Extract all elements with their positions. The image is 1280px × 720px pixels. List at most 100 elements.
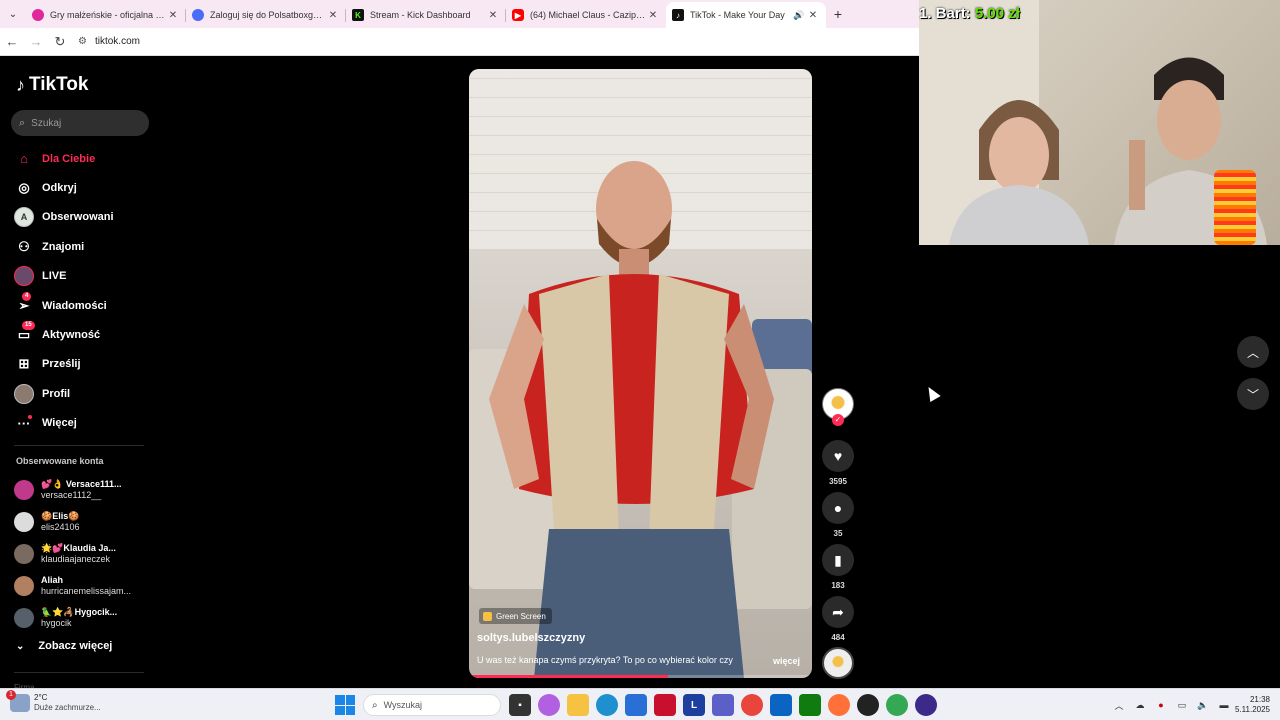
clock-time: 21:38	[1249, 695, 1270, 704]
tiktok-page: ♪ TikTok ⌕ ⌂ Dla Ciebie ◎ Odkryj A Obser…	[0, 56, 1269, 692]
sidebar-item-label: Obserwowani	[42, 211, 114, 224]
like-button[interactable]: ♥ 3595	[822, 440, 854, 486]
close-icon[interactable]: ✕	[326, 10, 340, 21]
video-player[interactable]: Green Screen soltys.lubelszczyzny U was …	[469, 69, 812, 678]
tiktok-icon: ♪	[672, 9, 684, 21]
browser-tab[interactable]: ▶ (64) Michael Claus - Cazip - YouTube ✕	[506, 2, 666, 28]
video-progress-bar[interactable]	[469, 675, 812, 678]
followed-account[interactable]: 🌟💕Klaudia Ja... klaudiaajaneczek	[14, 538, 154, 570]
caption-more-button[interactable]: więcej	[773, 656, 800, 666]
avatar	[14, 576, 34, 596]
sidebar-item-for-you[interactable]: ⌂ Dla Ciebie	[14, 144, 154, 173]
sidebar-item-following[interactable]: A Obserwowani	[14, 203, 154, 232]
firefox-icon[interactable]	[828, 694, 850, 716]
store-icon[interactable]	[625, 694, 647, 716]
webcam-person-left	[949, 100, 1089, 245]
sidebar-item-upload[interactable]: ⊞ Prześlij	[14, 350, 154, 379]
account-name: Aliah	[41, 575, 64, 585]
follow-check-icon[interactable]: ✓	[832, 414, 844, 426]
search-icon: ⌕	[19, 116, 26, 129]
account-name: 🌟💕Klaudia Ja...	[41, 543, 116, 553]
forward-arrow-icon[interactable]: →	[24, 34, 48, 49]
reload-icon[interactable]: ↻	[48, 34, 72, 50]
sidebar-item-label: Odkryj	[42, 182, 77, 195]
profile-icon	[14, 383, 34, 404]
task-view-icon[interactable]: ▪	[509, 694, 531, 716]
sidebar-item-more[interactable]: ··· Więcej	[14, 409, 154, 438]
tab-list-chevron-icon[interactable]: ⌄	[0, 0, 26, 28]
battery-icon[interactable]: ▬	[1217, 700, 1231, 710]
microphone-icon[interactable]: ●	[1154, 700, 1168, 710]
followed-account[interactable]: Aliah hurricanemelissajam...	[14, 570, 154, 602]
back-arrow-icon[interactable]: ←	[0, 34, 24, 49]
browser-tab[interactable]: K Stream - Kick Dashboard ✕	[346, 2, 506, 28]
app-circle-icon[interactable]	[915, 694, 937, 716]
taskbar-apps: ⌕ Wyszukaj ▪ L	[335, 693, 944, 717]
close-icon[interactable]: ✕	[806, 10, 820, 21]
volume-icon[interactable]: 🔈	[1196, 700, 1210, 711]
comment-button[interactable]: ● 35	[822, 492, 854, 538]
account-name: 💕👌 Versace111...	[41, 479, 122, 489]
next-video-chevron-down-icon[interactable]: ﹀	[1237, 378, 1269, 410]
sidebar-item-activity[interactable]: ▭ 15 Aktywność	[14, 320, 154, 349]
avatar	[14, 480, 34, 500]
teams-icon[interactable]	[712, 694, 734, 716]
sidebar-item-explore[interactable]: ◎ Odkryj	[14, 173, 154, 202]
network-icon[interactable]: ▭	[1175, 700, 1189, 711]
share-button[interactable]: ➦ 484	[822, 596, 854, 642]
taskbar-clock[interactable]: 21:38 5.11.2025	[1232, 695, 1270, 715]
see-more-button[interactable]: ⌄ Zobacz więcej	[16, 640, 112, 652]
outlook-icon[interactable]	[770, 694, 792, 716]
file-explorer-icon[interactable]	[567, 694, 589, 716]
donation-amount: 5.00 zł	[974, 5, 1020, 22]
video-caption: U was też kanapa czymś przykryta? To po …	[477, 655, 733, 665]
kick-icon: K	[352, 9, 364, 21]
speaker-icon[interactable]: 🔊	[792, 10, 806, 21]
sidebar-item-friends[interactable]: ⚇ Znajomi	[14, 232, 154, 261]
site-info-icon[interactable]: ⚙	[78, 36, 87, 47]
search-box[interactable]: ⌕	[11, 110, 149, 136]
sidebar-item-live[interactable]: LIVE	[14, 262, 154, 291]
chrome-active-icon[interactable]	[886, 694, 908, 716]
followed-account[interactable]: 🍪Elis🍪 elis24106	[14, 506, 154, 538]
clock-date: 5.11.2025	[1235, 705, 1270, 714]
sidebar-nav: ⌂ Dla Ciebie ◎ Odkryj A Obserwowani ⚇ Zn…	[14, 144, 154, 438]
following-avatar-icon: A	[14, 207, 34, 228]
new-tab-plus-icon[interactable]: +	[826, 6, 850, 22]
tiktok-logo[interactable]: ♪ TikTok	[16, 74, 88, 96]
search-input[interactable]	[31, 117, 132, 129]
edge-icon[interactable]	[596, 694, 618, 716]
browser-tab-bar: ⌄ Gry małżeńskie - oficjalna strona ✕ Za…	[0, 0, 920, 28]
browser-tab[interactable]: Zaloguj się do Polsatboxgo.pl ✕	[186, 2, 346, 28]
sidebar-item-messages[interactable]: ➢ 4 Wiadomości	[14, 291, 154, 320]
close-icon[interactable]: ✕	[166, 10, 180, 21]
url-field[interactable]: ⚙ tiktok.com	[78, 36, 140, 47]
cloud-icon[interactable]: ☁	[1133, 700, 1147, 711]
browser-tab[interactable]: Gry małżeńskie - oficjalna strona ✕	[26, 2, 186, 28]
weather-cloud-icon: 1	[6, 690, 30, 712]
close-icon[interactable]: ✕	[486, 10, 500, 21]
video-author[interactable]: soltys.lubelszczyzny	[477, 632, 585, 644]
effect-tag[interactable]: Green Screen	[479, 608, 552, 624]
weather-widget[interactable]: 1 2°C Duże zachmurze...	[6, 690, 101, 713]
save-button[interactable]: ▮ 183	[822, 544, 854, 590]
l-app-icon[interactable]: L	[683, 694, 705, 716]
followed-account[interactable]: 💕👌 Versace111... versace1112__	[14, 474, 154, 506]
previous-video-chevron-up-icon[interactable]: ︿	[1237, 336, 1269, 368]
xbox-icon[interactable]	[799, 694, 821, 716]
copilot-icon[interactable]	[538, 694, 560, 716]
followed-accounts-title: Obserwowane konta	[16, 456, 104, 466]
music-disc-icon[interactable]	[822, 647, 854, 679]
close-icon[interactable]: ✕	[646, 10, 660, 21]
windows-start-icon[interactable]	[335, 695, 355, 715]
followed-account[interactable]: 🦜⭐🦂Hygocik... hygocik	[14, 602, 154, 634]
chrome-icon[interactable]	[741, 694, 763, 716]
chevron-up-icon[interactable]: ︿	[1112, 699, 1126, 712]
notification-dot	[28, 414, 32, 419]
taskbar-search[interactable]: ⌕ Wyszukaj	[363, 694, 501, 716]
shield-app-icon[interactable]	[654, 694, 676, 716]
browser-tab-active[interactable]: ♪ TikTok - Make Your Day 🔊 ✕	[666, 2, 826, 28]
obs-icon[interactable]	[857, 694, 879, 716]
sidebar-item-profile[interactable]: Profil	[14, 379, 154, 408]
webcam-overlay: 1. Bart: 5.00 zł	[919, 0, 1280, 245]
